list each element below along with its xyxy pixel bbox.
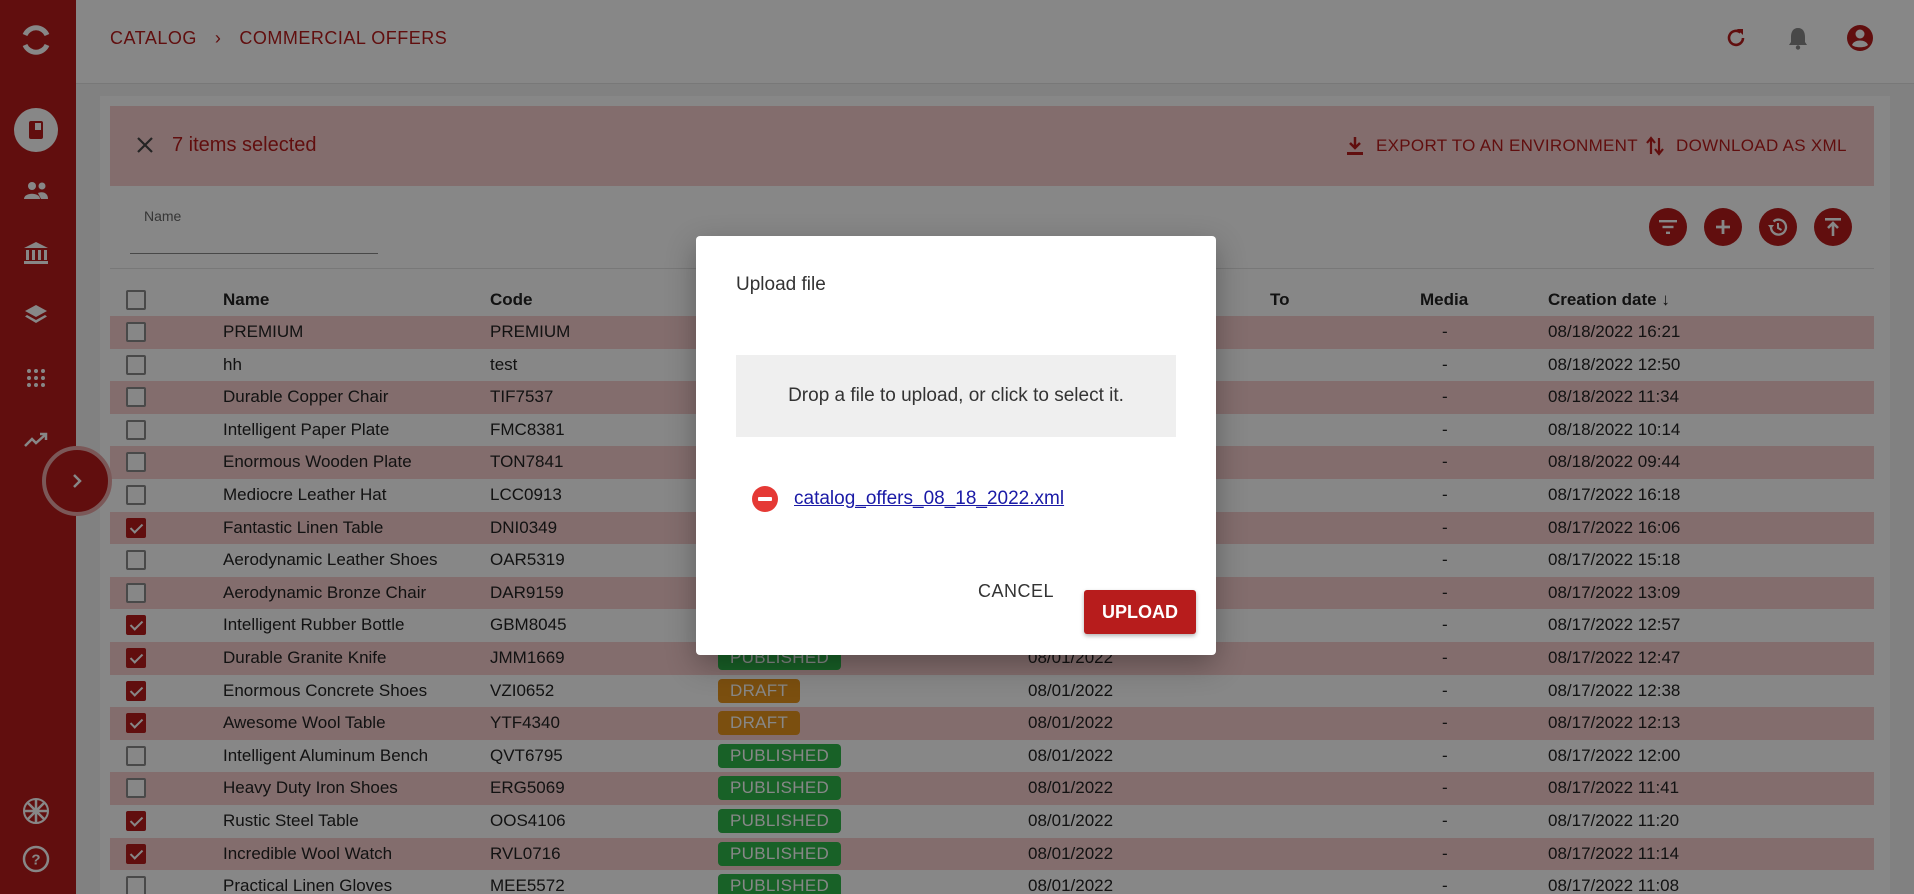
dialog-title: Upload file: [736, 274, 826, 295]
cancel-button[interactable]: CANCEL: [978, 581, 1054, 602]
dropzone-text: Drop a file to upload, or click to selec…: [788, 385, 1124, 406]
upload-dialog: Upload file Drop a file to upload, or cl…: [696, 236, 1216, 655]
file-dropzone[interactable]: Drop a file to upload, or click to selec…: [736, 355, 1176, 437]
file-name-link[interactable]: catalog_offers_08_18_2022.xml: [794, 488, 1064, 510]
upload-button[interactable]: UPLOAD: [1084, 590, 1196, 634]
selected-file: catalog_offers_08_18_2022.xml: [752, 486, 1064, 512]
remove-file-icon[interactable]: [752, 486, 778, 512]
